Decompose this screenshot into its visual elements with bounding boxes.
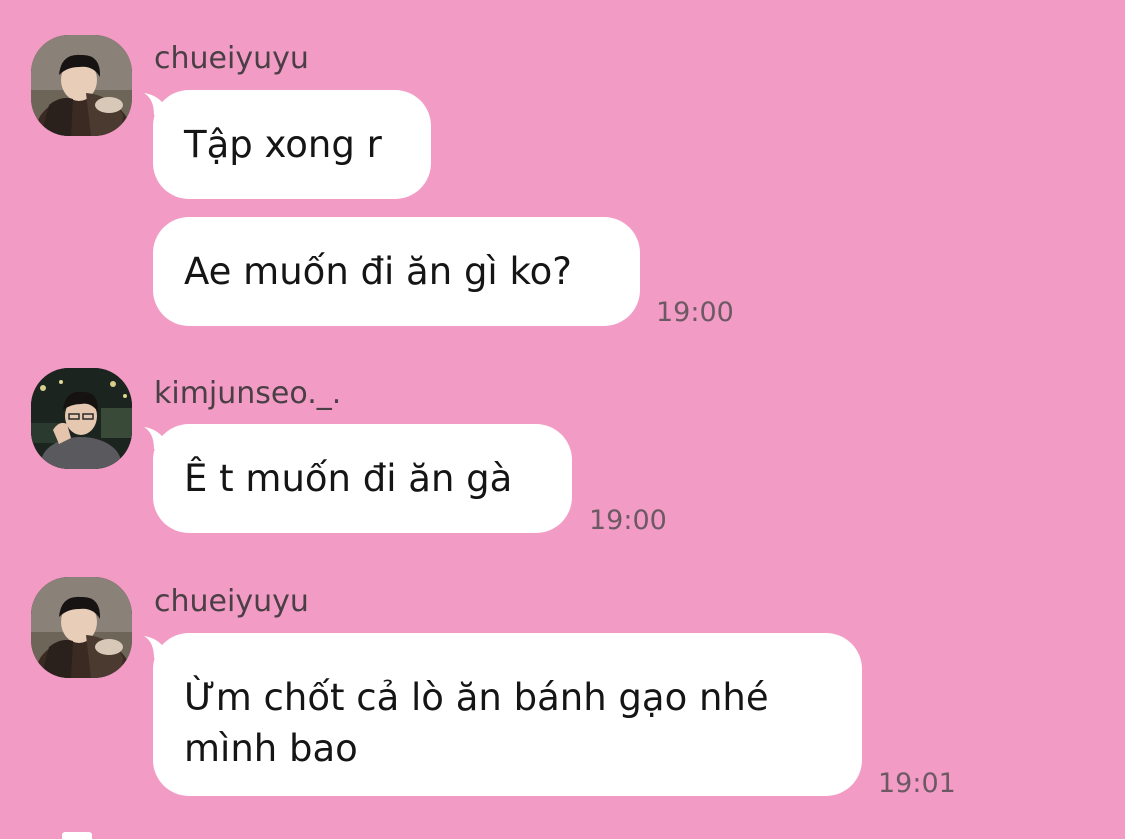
- avatar[interactable]: [31, 577, 132, 678]
- message-bubble[interactable]: Ae muốn đi ăn gì ko?: [153, 217, 640, 326]
- message-timestamp: 19:00: [656, 297, 734, 328]
- sender-name[interactable]: kimjunseo._.: [154, 376, 341, 412]
- message-bubble[interactable]: Ừm chốt cả lò ăn bánh gạo nhé mình bao: [153, 633, 862, 796]
- avatar-photo-icon: [31, 368, 132, 469]
- message-text: Ừm chốt cả lò ăn bánh gạo nhé mình bao: [184, 676, 769, 770]
- chat-background: chueiyuyu Tập xong r Ae muốn đi ăn gì ko…: [0, 0, 1125, 839]
- message-text: Ae muốn đi ăn gì ko?: [184, 249, 572, 293]
- partial-icon: [62, 832, 92, 839]
- avatar[interactable]: [31, 35, 132, 136]
- message-timestamp: 19:01: [878, 768, 956, 799]
- message-timestamp: 19:00: [589, 505, 667, 536]
- avatar-photo-icon: [31, 35, 132, 136]
- sender-name[interactable]: chueiyuyu: [154, 584, 309, 620]
- sender-name[interactable]: chueiyuyu: [154, 41, 309, 77]
- message-text: Tập xong r: [184, 122, 382, 166]
- avatar-photo-icon: [31, 577, 132, 678]
- avatar[interactable]: [31, 368, 132, 469]
- message-bubble[interactable]: Tập xong r: [153, 90, 431, 199]
- message-bubble[interactable]: Ê t muốn đi ăn gà: [153, 424, 572, 533]
- message-text: Ê t muốn đi ăn gà: [184, 456, 513, 500]
